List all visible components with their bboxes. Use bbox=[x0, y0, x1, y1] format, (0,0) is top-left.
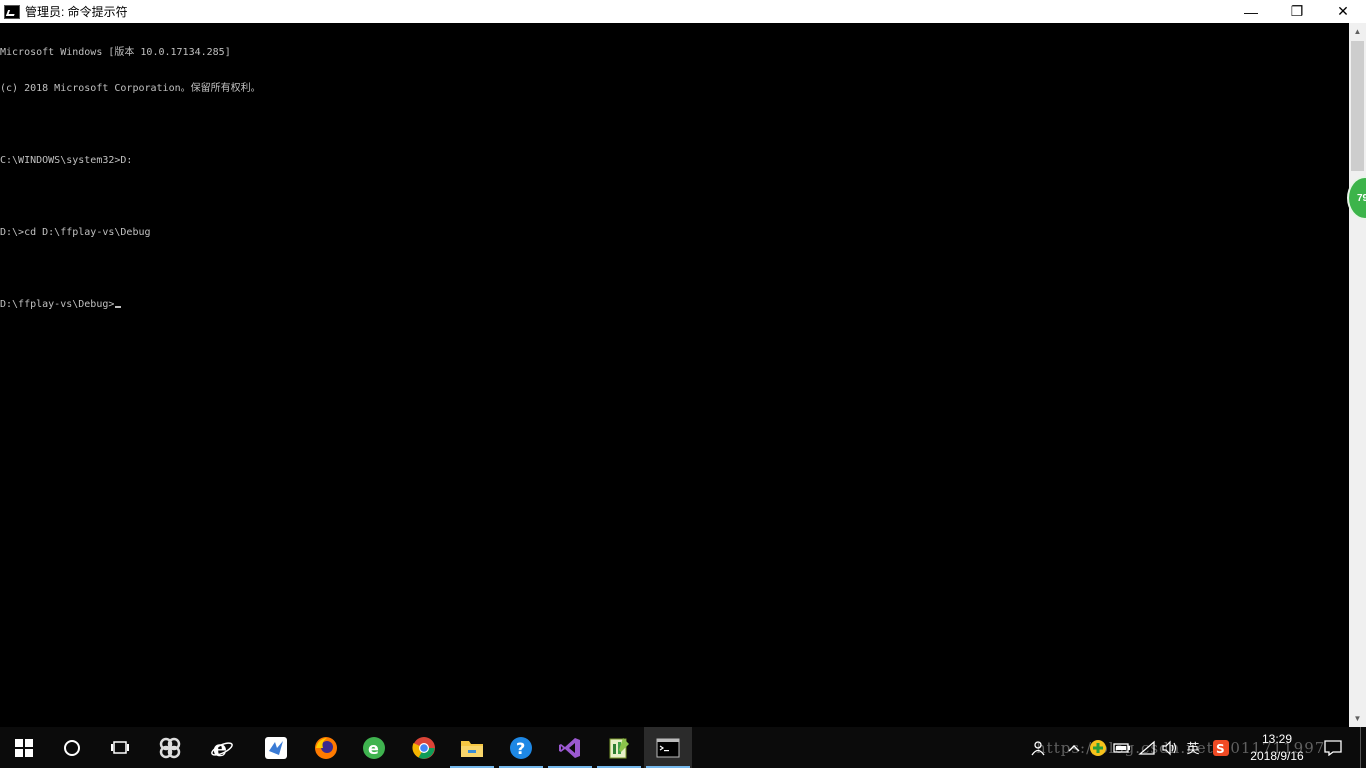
scroll-up-arrow-icon[interactable]: ▲ bbox=[1349, 23, 1366, 40]
tray-app-button[interactable] bbox=[1088, 727, 1108, 768]
internet-explorer-icon: e bbox=[211, 736, 233, 760]
tray-sogou-button[interactable]: S bbox=[1210, 727, 1232, 768]
svg-text:S: S bbox=[1216, 742, 1225, 756]
speaker-icon bbox=[1162, 740, 1177, 755]
vertical-scrollbar[interactable]: ▲ ▼ bbox=[1349, 23, 1366, 727]
chrome-icon bbox=[412, 736, 435, 759]
tray-show-hidden-button[interactable] bbox=[1064, 727, 1084, 768]
taskbar-app-visual-studio[interactable] bbox=[546, 727, 594, 768]
clock-date: 2018/9/16 bbox=[1250, 749, 1304, 763]
show-desktop-button[interactable] bbox=[1360, 727, 1366, 768]
firefox-icon bbox=[315, 736, 337, 759]
text-cursor bbox=[115, 306, 122, 308]
people-icon bbox=[1031, 740, 1045, 755]
action-center-button[interactable] bbox=[1322, 727, 1344, 768]
taskbar-app-help[interactable]: ? bbox=[497, 727, 545, 768]
task-view-button[interactable] bbox=[96, 727, 144, 768]
app-green-e-icon: e bbox=[363, 736, 385, 759]
visual-studio-icon bbox=[559, 737, 580, 758]
sogou-input-icon: S bbox=[1213, 739, 1229, 756]
close-button[interactable]: ✕ bbox=[1320, 0, 1366, 23]
console-prompt-line[interactable]: D:\ffplay-vs\Debug> bbox=[0, 299, 1349, 311]
wifi-icon bbox=[1138, 740, 1155, 755]
console-line: D:\>cd D:\ffplay-vs\Debug bbox=[0, 227, 151, 238]
command-prompt-icon[interactable] bbox=[4, 4, 20, 19]
app-bird-icon bbox=[265, 736, 287, 759]
taskbar-app-chrome[interactable] bbox=[400, 727, 448, 768]
app-pinwheel-icon bbox=[159, 737, 181, 758]
taskbar-app-green-e[interactable]: e bbox=[350, 727, 398, 768]
cortana-search-icon bbox=[64, 739, 80, 756]
tray-people-button[interactable] bbox=[1028, 727, 1048, 768]
title-bar[interactable]: 管理员: 命令提示符 — ❐ ✕ bbox=[0, 0, 1366, 23]
restore-button[interactable]: ❐ bbox=[1274, 0, 1320, 23]
taskbar-app-pinwheel[interactable] bbox=[146, 727, 194, 768]
notepad-plus-plus-icon bbox=[609, 737, 629, 758]
taskbar-app-firefox[interactable] bbox=[302, 727, 350, 768]
tray-network-button[interactable] bbox=[1136, 727, 1158, 768]
taskbar-app-bird[interactable] bbox=[252, 727, 300, 768]
taskbar-app-notepad-plus-plus[interactable] bbox=[595, 727, 643, 768]
tray-volume-button[interactable] bbox=[1160, 727, 1180, 768]
minimize-button[interactable]: — bbox=[1228, 0, 1274, 23]
svg-text:?: ? bbox=[516, 739, 525, 758]
svg-text:e: e bbox=[368, 739, 379, 758]
taskbar: e e ? https://blog.csdn.net/u011711997 英… bbox=[0, 727, 1366, 768]
window-title: 管理员: 命令提示符 bbox=[25, 5, 128, 19]
notification-icon bbox=[1324, 739, 1342, 756]
file-explorer-icon bbox=[461, 740, 483, 757]
tray-ime-button[interactable]: 英 bbox=[1183, 727, 1203, 768]
tray-battery-button[interactable] bbox=[1112, 727, 1132, 768]
command-prompt-icon bbox=[656, 738, 680, 757]
scroll-thumb[interactable] bbox=[1351, 41, 1364, 171]
task-view-icon bbox=[111, 740, 129, 754]
window-controls: — ❐ ✕ bbox=[1228, 0, 1366, 23]
cortana-button[interactable] bbox=[48, 727, 96, 768]
console-line: (c) 2018 Microsoft Corporation。保留所有权利。 bbox=[0, 83, 261, 94]
start-windows-icon bbox=[15, 738, 33, 757]
scroll-down-arrow-icon[interactable]: ▼ bbox=[1349, 710, 1366, 727]
taskbar-app-internet-explorer[interactable]: e bbox=[198, 727, 246, 768]
console-output[interactable]: Microsoft Windows [版本 10.0.17134.285] (c… bbox=[0, 23, 1349, 727]
chevron-up-icon bbox=[1068, 744, 1080, 751]
start-button[interactable] bbox=[0, 727, 48, 768]
console-prompt: D:\ffplay-vs\Debug> bbox=[0, 299, 115, 310]
taskbar-clock[interactable]: 13:29 2018/9/16 bbox=[1240, 731, 1314, 765]
console-line: C:\WINDOWS\system32>D: bbox=[0, 155, 133, 166]
clock-time: 13:29 bbox=[1261, 732, 1293, 746]
console-line: Microsoft Windows [版本 10.0.17134.285] bbox=[0, 47, 231, 58]
taskbar-app-file-explorer[interactable] bbox=[448, 727, 496, 768]
battery-icon bbox=[1113, 742, 1130, 753]
tray-green-plus-icon bbox=[1090, 739, 1106, 756]
help-icon: ? bbox=[510, 736, 532, 759]
taskbar-app-command-prompt[interactable] bbox=[644, 727, 692, 768]
